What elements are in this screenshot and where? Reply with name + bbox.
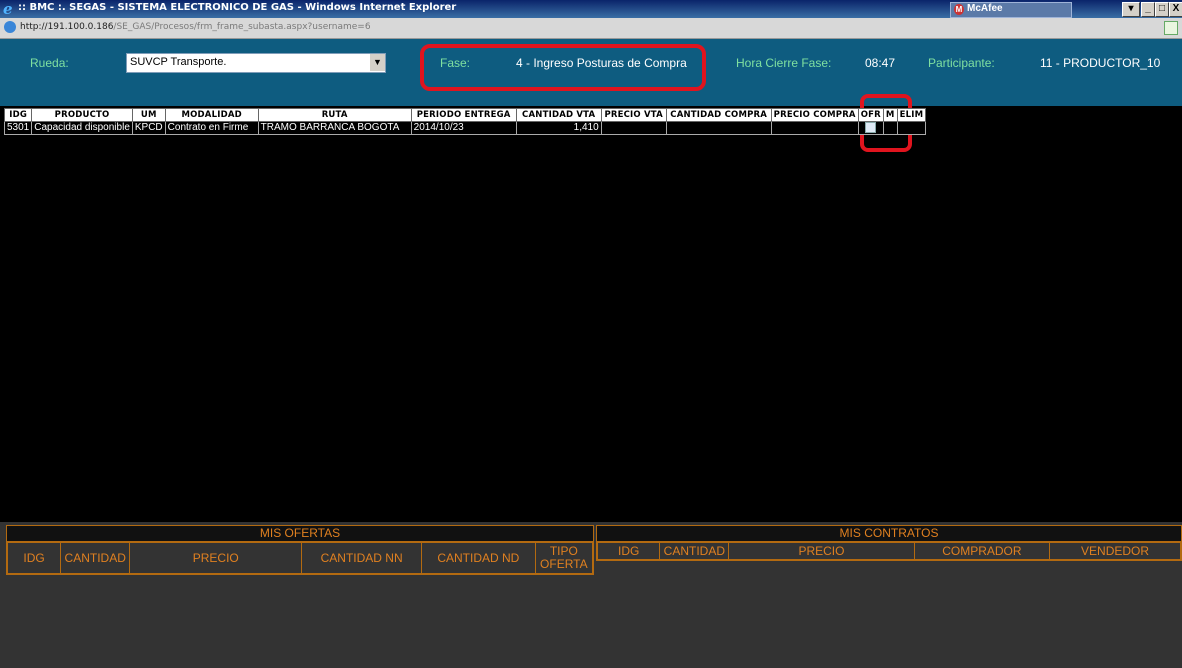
mis-ofertas-title: MIS OFERTAS xyxy=(7,526,593,542)
col-elim: ELIM xyxy=(896,108,927,122)
maximize-button[interactable]: □ xyxy=(1155,2,1169,17)
mis-contratos-header-row: IDG CANTIDAD PRECIO COMPRADOR VENDEDOR xyxy=(596,542,1181,560)
mcafee-toolbar-button[interactable]: M McAfee xyxy=(950,2,1072,18)
mis-contratos-panel: MIS CONTRATOS IDG CANTIDAD PRECIO COMPRA… xyxy=(596,525,1182,561)
bottom-area: MIS OFERTAS IDG CANTIDAD PRECIO CANTIDAD… xyxy=(0,522,1182,668)
chevron-down-icon[interactable]: ▼ xyxy=(369,54,385,71)
page-icon xyxy=(4,21,16,33)
cell-cantidad-vta: 1,410 xyxy=(515,120,602,136)
dropdown-chevron-button[interactable]: ▾ xyxy=(1122,2,1140,17)
hora-cierre-label: Hora Cierre Fase: xyxy=(736,56,832,70)
hora-cierre-value: 08:47 xyxy=(865,56,896,70)
window-title: :: BMC :. SEGAS - SISTEMA ELECTRONICO DE… xyxy=(18,2,457,13)
grid-header-row: IDG PRODUCTO UM MODALIDAD RUTA PERIODO E… xyxy=(3,108,927,122)
contratos-col-vendedor: VENDEDOR xyxy=(1049,542,1181,560)
col-cantidad-vta: CANTIDAD VTA xyxy=(515,108,602,122)
ofertas-col-cantidad-nn: CANTIDAD NN xyxy=(301,542,423,574)
cell-ofr xyxy=(857,120,884,136)
ofertas-col-precio: PRECIO xyxy=(129,542,303,574)
ofr-document-icon[interactable] xyxy=(865,122,877,133)
col-ruta: RUTA xyxy=(257,108,412,122)
rueda-label: Rueda: xyxy=(30,56,69,70)
contratos-col-comprador: COMPRADOR xyxy=(913,542,1051,560)
mis-ofertas-header-row: IDG CANTIDAD PRECIO CANTIDAD NN CANTIDAD… xyxy=(6,542,594,574)
col-precio-vta: PRECIO VTA xyxy=(600,108,667,122)
mis-contratos-title: MIS CONTRATOS xyxy=(597,526,1181,542)
col-periodo: PERIODO ENTREGA xyxy=(410,108,517,122)
address-bar[interactable]: http://191.100.0.186/SE_GAS/Procesos/frm… xyxy=(0,18,1182,39)
contratos-col-idg: IDG xyxy=(596,542,661,560)
compatibility-icon[interactable] xyxy=(1164,21,1178,35)
cell-producto: Capacidad disponible xyxy=(31,120,133,136)
mis-ofertas-panel: MIS OFERTAS IDG CANTIDAD PRECIO CANTIDAD… xyxy=(6,525,594,575)
cell-ruta: TRAMO BARRANCA BOGOTA xyxy=(257,120,412,136)
cell-elim xyxy=(896,120,927,136)
col-ofr: OFR xyxy=(857,108,884,122)
close-button[interactable]: X xyxy=(1169,2,1182,17)
internet-explorer-icon: e xyxy=(3,0,13,18)
cell-modalidad: Contrato en Firme xyxy=(164,120,259,136)
mcafee-shield-icon: M xyxy=(954,4,964,15)
fase-highlight xyxy=(420,44,706,91)
cell-precio-vta xyxy=(600,120,667,136)
url-host: http://191.100.0.186 xyxy=(20,22,114,32)
ofertas-col-tipo-oferta: TIPO OFERTA xyxy=(534,542,594,574)
col-cantidad-compra: CANTIDAD COMPRA xyxy=(665,108,772,122)
col-m: M xyxy=(882,108,898,122)
rueda-selected-value: SUVCP Transporte. xyxy=(130,56,227,68)
cell-um: KPCD xyxy=(131,120,166,136)
participante-value: 11 - PRODUCTOR_10 xyxy=(1040,56,1161,70)
participante-label: Participante: xyxy=(928,56,995,70)
mis-ofertas-table: IDG CANTIDAD PRECIO CANTIDAD NN CANTIDAD… xyxy=(6,542,594,574)
cell-periodo: 2014/10/23 xyxy=(410,120,517,136)
mcafee-label: McAfee xyxy=(967,3,1003,14)
minimize-button[interactable]: _ xyxy=(1141,2,1155,17)
col-idg: IDG xyxy=(3,108,33,122)
ofertas-col-idg: IDG xyxy=(6,542,62,574)
url-path: /SE_GAS/Procesos/frm_frame_subasta.aspx?… xyxy=(113,22,371,32)
col-producto: PRODUCTO xyxy=(31,108,133,122)
col-modalidad: MODALIDAD xyxy=(164,108,259,122)
cell-precio-compra xyxy=(770,120,859,136)
contratos-col-cantidad: CANTIDAD xyxy=(659,542,730,560)
window-title-bar: e :: BMC :. SEGAS - SISTEMA ELECTRONICO … xyxy=(0,0,1182,18)
cell-m xyxy=(882,120,898,136)
col-precio-compra: PRECIO COMPRA xyxy=(770,108,859,122)
cell-cantidad-compra xyxy=(665,120,772,136)
address-url[interactable]: http://191.100.0.186/SE_GAS/Procesos/frm… xyxy=(20,22,371,32)
mis-contratos-table: IDG CANTIDAD PRECIO COMPRADOR VENDEDOR xyxy=(596,542,1181,560)
cell-idg: 5301 xyxy=(3,120,33,136)
rueda-select[interactable]: SUVCP Transporte. ▼ xyxy=(126,53,386,73)
table-row[interactable]: 5301 Capacidad disponible KPCD Contrato … xyxy=(3,120,927,136)
ofertas-col-cantidad-nd: CANTIDAD ND xyxy=(421,542,536,574)
auction-grid: IDG PRODUCTO UM MODALIDAD RUTA PERIODO E… xyxy=(3,108,927,136)
col-um: UM xyxy=(131,108,166,122)
ofertas-col-cantidad: CANTIDAD xyxy=(60,542,131,574)
contratos-col-precio: PRECIO xyxy=(728,542,915,560)
